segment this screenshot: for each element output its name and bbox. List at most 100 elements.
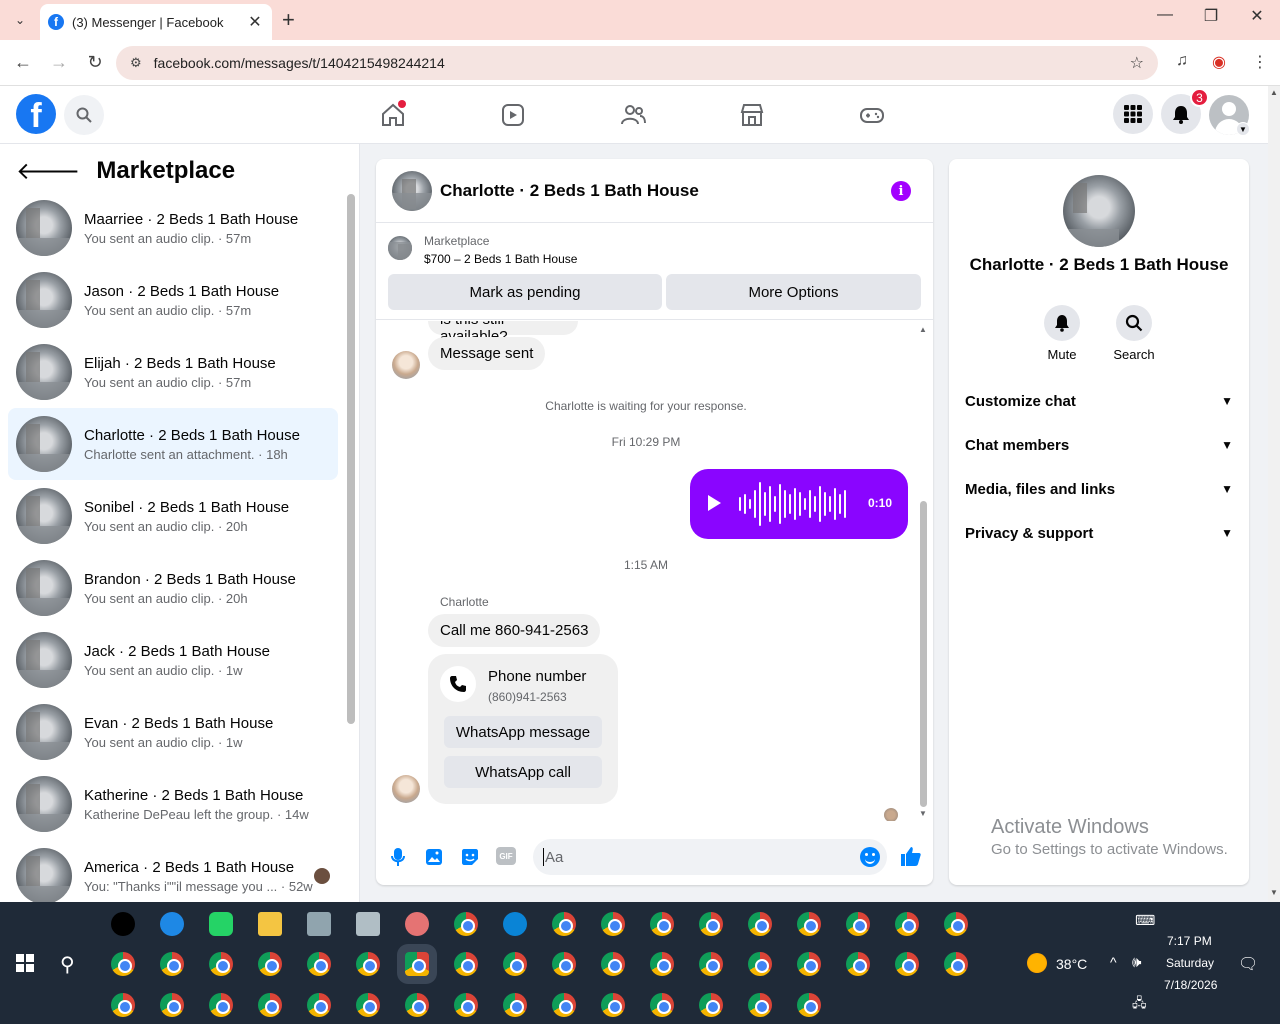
listing-title[interactable]: $700 – 2 Beds 1 Bath House <box>424 252 577 266</box>
chrome-icon[interactable] <box>650 952 674 976</box>
video-nav[interactable] <box>498 100 528 130</box>
edge-icon[interactable] <box>160 912 184 936</box>
scroll-down-icon[interactable]: ▼ <box>919 809 927 818</box>
home-nav[interactable] <box>378 100 408 130</box>
browser-tab[interactable]: f (3) Messenger | Facebook ✕ <box>40 4 272 40</box>
chat-thumbnail[interactable] <box>392 170 432 211</box>
chrome-icon[interactable] <box>748 912 772 936</box>
windows-start-icon[interactable] <box>16 954 34 972</box>
customize-chat-section[interactable]: Customize chat ▼ <box>965 381 1233 421</box>
chrome-icon[interactable] <box>650 993 674 1017</box>
chrome-icon[interactable] <box>356 952 380 976</box>
clock-date[interactable]: 7/18/2026 <box>1164 978 1217 992</box>
chrome-icon[interactable] <box>699 952 723 976</box>
chrome-icon[interactable] <box>111 952 135 976</box>
chrome-icon[interactable] <box>748 952 772 976</box>
scroll-thumb[interactable] <box>920 501 927 807</box>
chrome-icon[interactable] <box>258 952 282 976</box>
chrome-icon[interactable] <box>601 952 625 976</box>
conversation-item[interactable]: America · 2 Beds 1 Bath House You: "Thank… <box>8 840 338 902</box>
temperature[interactable]: 38°C <box>1056 956 1087 972</box>
conversation-item[interactable]: Brandon · 2 Beds 1 Bath House You sent an… <box>8 552 338 624</box>
chat-title[interactable]: Charlotte · 2 Beds 1 Bath House <box>440 181 699 201</box>
chrome-icon[interactable] <box>552 993 576 1017</box>
chrome-icon[interactable] <box>944 952 968 976</box>
conversation-list-scrollbar[interactable] <box>347 194 355 724</box>
notifications-icon[interactable]: 🗨 <box>1238 954 1258 974</box>
friends-nav[interactable] <box>618 100 648 130</box>
conversation-item[interactable]: Jack · 2 Beds 1 Bath House You sent an au… <box>8 624 338 696</box>
chrome-icon[interactable] <box>895 952 919 976</box>
listing-thumbnail[interactable] <box>388 236 412 260</box>
chrome-icon[interactable] <box>454 993 478 1017</box>
chrome-icon[interactable] <box>748 993 772 1017</box>
chrome-icon-active[interactable] <box>405 952 429 976</box>
message-input[interactable]: Aa <box>533 839 887 875</box>
show-hidden-icons-chevron-up-icon[interactable]: ^ <box>1110 954 1117 970</box>
chrome-icon[interactable] <box>601 912 625 936</box>
sticker-icon[interactable] <box>460 847 480 867</box>
conversation-item[interactable]: Katherine · 2 Beds 1 Bath House Katherine… <box>8 768 338 840</box>
edge-icon[interactable] <box>503 912 527 936</box>
photo-icon[interactable] <box>424 847 444 867</box>
chrome-icon[interactable] <box>797 993 821 1017</box>
chrome-icon[interactable] <box>650 912 674 936</box>
close-window-button[interactable]: ✕ <box>1242 6 1272 26</box>
back-arrow-icon[interactable]: ← <box>12 52 34 73</box>
privacy-support-section[interactable]: Privacy & support ▼ <box>965 513 1233 553</box>
chrome-icon[interactable] <box>503 952 527 976</box>
conversation-item[interactable]: Elijah · 2 Beds 1 Bath House You sent an … <box>8 336 338 408</box>
facebook-search-button[interactable] <box>64 95 104 135</box>
chrome-icon[interactable] <box>895 912 919 936</box>
chrome-icon[interactable] <box>258 993 282 1017</box>
gif-icon[interactable]: GIF <box>496 847 516 865</box>
bookmark-star-icon[interactable]: ☆ <box>1130 53 1144 73</box>
facebook-logo-icon[interactable]: f <box>16 94 56 134</box>
chrome-icon[interactable] <box>160 952 184 976</box>
info-icon[interactable]: i <box>891 181 911 201</box>
notepad-icon[interactable] <box>356 912 380 936</box>
clock-time[interactable]: 7:17 PM <box>1167 934 1212 948</box>
app-icon[interactable] <box>307 912 331 936</box>
chrome-icon[interactable] <box>209 952 233 976</box>
conversation-item[interactable]: Sonibel · 2 Beds 1 Bath House You sent an… <box>8 480 338 552</box>
whatsapp-call-button[interactable]: WhatsApp call <box>444 756 602 788</box>
tiktok-icon[interactable] <box>111 912 135 936</box>
conversation-item[interactable]: Maarriee · 2 Beds 1 Bath House You sent a… <box>8 192 338 264</box>
play-icon[interactable] <box>708 495 721 511</box>
media-controls-icon[interactable]: ♫ <box>1176 52 1188 70</box>
volume-icon[interactable]: 🕪 <box>1132 954 1141 971</box>
network-icon[interactable]: 🖧 <box>1132 994 1147 1016</box>
forward-arrow-icon[interactable]: → <box>48 52 70 73</box>
scroll-up-icon[interactable]: ▲ <box>1270 88 1278 97</box>
chrome-icon[interactable] <box>307 952 331 976</box>
audio-message[interactable]: 0:10 <box>690 469 908 539</box>
chrome-icon[interactable] <box>797 952 821 976</box>
maximize-button[interactable]: ❐ <box>1196 6 1226 26</box>
chrome-icon[interactable] <box>699 993 723 1017</box>
chrome-icon[interactable] <box>111 993 135 1017</box>
chrome-icon[interactable] <box>552 952 576 976</box>
chat-members-section[interactable]: Chat members ▼ <box>965 425 1233 465</box>
pen-menu-icon[interactable]: ⌨ <box>1135 912 1155 929</box>
paint-icon[interactable] <box>405 912 429 936</box>
chrome-icon[interactable] <box>846 952 870 976</box>
chrome-icon[interactable] <box>846 912 870 936</box>
thread-scrollbar[interactable]: ▲ ▼ <box>919 325 927 818</box>
whatsapp-icon[interactable] <box>209 912 233 936</box>
more-options-button[interactable]: More Options <box>666 274 921 310</box>
reload-icon[interactable]: ↻ <box>84 52 106 73</box>
chrome-icon[interactable] <box>944 912 968 936</box>
new-tab-button[interactable]: + <box>282 8 295 32</box>
scroll-down-icon[interactable]: ▼ <box>1270 888 1278 897</box>
chrome-icon[interactable] <box>699 912 723 936</box>
gaming-nav[interactable] <box>857 100 887 130</box>
chrome-icon[interactable] <box>307 993 331 1017</box>
media-files-links-section[interactable]: Media, files and links ▼ <box>965 469 1233 509</box>
chrome-icon[interactable] <box>209 993 233 1017</box>
chrome-icon[interactable] <box>797 912 821 936</box>
clock-day[interactable]: Saturday <box>1166 956 1214 970</box>
chrome-icon[interactable] <box>454 912 478 936</box>
chrome-icon[interactable] <box>405 993 429 1017</box>
marketplace-nav[interactable] <box>737 100 767 130</box>
